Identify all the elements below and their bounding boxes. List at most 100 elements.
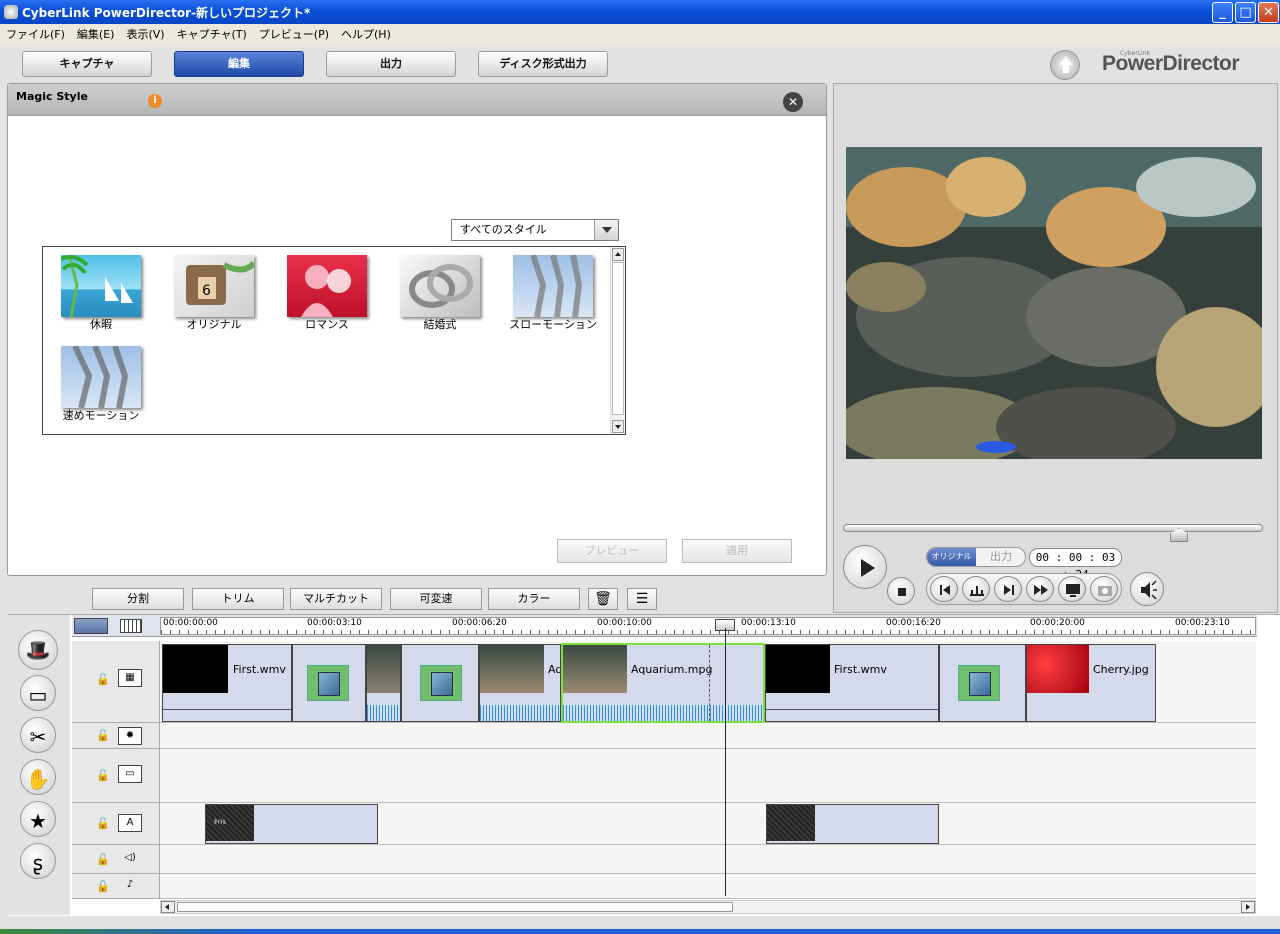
transition-slot[interactable]	[292, 644, 366, 722]
style-filter-value: すべてのスタイル	[460, 223, 547, 236]
lock-icon[interactable]: 🔓	[96, 673, 110, 686]
mode-toggle[interactable]: オリジナル 出力	[926, 547, 1026, 567]
preview-button[interactable]: プレビュー	[557, 539, 667, 563]
style-thumb-slow-motion[interactable]	[513, 254, 593, 318]
lock-icon[interactable]: 🔓	[96, 880, 110, 893]
title-clip[interactable]	[766, 804, 939, 844]
transition-icon[interactable]	[958, 665, 1000, 701]
menu-preview[interactable]: プレビュー(P)	[253, 26, 335, 42]
title-text-icon: A	[118, 814, 142, 832]
close-button[interactable]: ✕	[1258, 2, 1279, 23]
upgrade-arrow-icon[interactable]	[1050, 50, 1080, 80]
title-clip[interactable]: ﾀｲﾄﾙ	[205, 804, 378, 844]
info-icon[interactable]: i	[148, 94, 162, 108]
effect-track[interactable]	[160, 723, 1256, 749]
color-button[interactable]: カラー	[488, 588, 580, 610]
wand-tool-button[interactable]: ★	[20, 801, 56, 837]
trim-button[interactable]: トリム	[192, 588, 284, 610]
lock-icon[interactable]: 🔓	[96, 853, 110, 866]
clip-aq[interactable]: Aq	[479, 644, 561, 722]
clip-cherry-jpg[interactable]: Cherry.jpg	[1026, 644, 1156, 722]
tab-create-disc[interactable]: ディスク形式出力	[478, 51, 608, 77]
split-button[interactable]: 分割	[92, 588, 184, 610]
clip-first-wmv-2[interactable]: First.wmv	[765, 644, 939, 722]
delete-button[interactable]: 🗑	[588, 588, 618, 610]
audio-line	[766, 709, 938, 710]
menu-capture[interactable]: キャプチャ(T)	[171, 26, 253, 42]
app-icon[interactable]	[4, 5, 18, 19]
mark-button[interactable]	[962, 576, 990, 602]
effect-icon: ✹	[118, 727, 142, 745]
hand-tool-button[interactable]: ✋	[20, 759, 56, 795]
seek-bar[interactable]	[843, 524, 1263, 532]
music-track[interactable]	[160, 874, 1256, 899]
cut-tool-button[interactable]: ✂	[20, 717, 56, 753]
clip-first-wmv[interactable]: First.wmv	[162, 644, 292, 722]
film-strip-icon[interactable]	[120, 619, 142, 633]
transition-icon[interactable]	[307, 665, 349, 701]
style-thumb-wedding[interactable]	[400, 255, 480, 317]
fast-motion-icon	[72, 344, 129, 409]
style-thumb-vacation[interactable]	[60, 254, 141, 318]
audio-waveform	[367, 705, 400, 721]
speaker-icon	[1141, 580, 1157, 600]
multicut-button[interactable]: マルチカット	[290, 588, 382, 610]
scroll-up-icon[interactable]	[612, 248, 624, 261]
prev-frame-button[interactable]	[930, 576, 958, 602]
transition-slot[interactable]	[939, 644, 1026, 722]
lock-icon[interactable]: 🔓	[96, 817, 110, 830]
pip-track[interactable]	[160, 749, 1256, 803]
storyboard-toggle-icon[interactable]	[74, 618, 108, 634]
next-frame-icon	[1004, 585, 1014, 595]
timeline-scrollbar[interactable]	[160, 900, 1256, 914]
tab-edit[interactable]: 編集	[174, 51, 304, 77]
properties-button[interactable]: ☰	[627, 588, 657, 610]
magic-tool-button[interactable]: 🎩	[18, 630, 58, 670]
panel-header: Magic Style i ✕	[8, 84, 826, 116]
next-frame-button[interactable]	[994, 576, 1022, 602]
volume-button[interactable]	[1130, 572, 1164, 606]
fast-forward-button[interactable]	[1026, 576, 1054, 602]
minimize-button[interactable]: _	[1212, 2, 1233, 23]
scroll-right-icon[interactable]	[1241, 901, 1255, 913]
eraser-tool-button[interactable]: ▭	[20, 675, 56, 711]
snapshot-button[interactable]	[1090, 576, 1118, 602]
monitor-button[interactable]	[1058, 576, 1086, 602]
menu-edit[interactable]: 編集(E)	[71, 26, 121, 42]
clip-aquarium-short[interactable]	[366, 644, 401, 722]
playhead-line[interactable]	[725, 628, 726, 896]
tab-capture[interactable]: キャプチャ	[22, 51, 152, 77]
menu-file[interactable]: ファイル(F)	[0, 26, 71, 42]
menu-view[interactable]: 表示(V)	[120, 26, 170, 42]
menu-help[interactable]: ヘルプ(H)	[335, 26, 397, 42]
track-header-pip: 🔓 ▭	[72, 749, 160, 803]
mode-original[interactable]: オリジナル	[927, 548, 976, 566]
stop-button[interactable]	[887, 577, 915, 605]
lock-icon[interactable]: 🔓	[96, 729, 110, 742]
style-filter-dropdown[interactable]: すべてのスタイル	[451, 219, 619, 241]
play-icon	[861, 559, 875, 577]
lock-icon[interactable]: 🔓	[96, 769, 110, 782]
clip-aquarium-mpg-selected[interactable]: Aquarium.mpg	[561, 643, 765, 723]
style-list-scrollbar[interactable]	[610, 247, 625, 434]
style-thumb-fast-motion[interactable]	[61, 344, 141, 409]
maximize-button[interactable]: □	[1235, 2, 1256, 23]
scroll-thumb[interactable]	[177, 902, 733, 912]
transition-icon[interactable]	[420, 665, 462, 701]
style-thumb-romance[interactable]	[287, 255, 367, 317]
panel-close-icon[interactable]: ✕	[783, 92, 803, 112]
style-thumb-original[interactable]: 6	[174, 255, 257, 317]
mode-output[interactable]: 出力	[977, 548, 1025, 566]
voice-track[interactable]	[160, 845, 1256, 874]
scroll-down-icon[interactable]	[612, 420, 624, 433]
variable-speed-button[interactable]: 可変速	[390, 588, 482, 610]
transition-slot[interactable]	[401, 644, 479, 722]
scroll-thumb[interactable]	[612, 262, 624, 415]
tab-produce[interactable]: 出力	[326, 51, 456, 77]
chevron-down-icon[interactable]	[594, 220, 618, 240]
play-button[interactable]	[843, 545, 887, 589]
timecode-display[interactable]: 00 : 00 : 03 : 24	[1029, 548, 1122, 581]
motion-tool-button[interactable]: ʂ	[20, 843, 56, 879]
scroll-left-icon[interactable]	[161, 901, 175, 913]
apply-button[interactable]: 適用	[682, 539, 792, 563]
